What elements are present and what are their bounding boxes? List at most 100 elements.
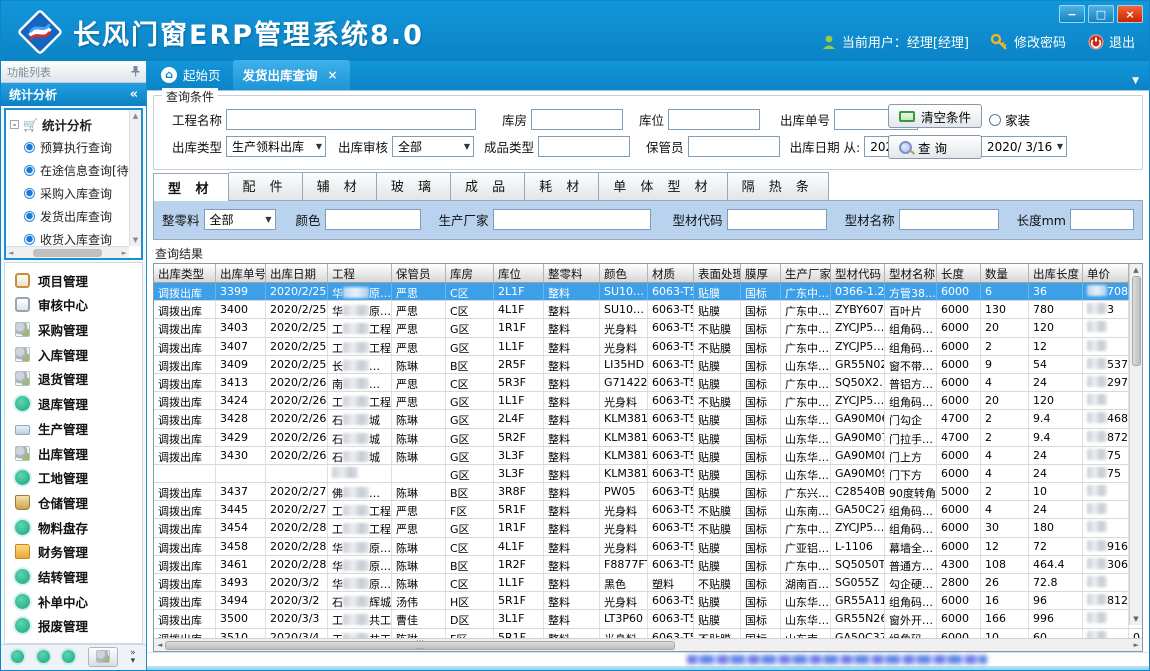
table-row-4[interactable]: 调拨出库34092020/2/25长…陈琳B区2R5F整料LI35HD6063-… <box>154 356 1142 374</box>
table-row-10[interactable]: G区3L3F整料KLM38176063-T5贴膜国标山东华…GA90M09…门下… <box>154 465 1142 483</box>
clear-conditions-button[interactable]: 清空条件 <box>888 104 982 128</box>
out-audit-select[interactable]: 全部▼ <box>392 136 474 157</box>
material-tab-型材[interactable]: 型 材 <box>153 173 229 201</box>
sidebar-item-补单中心[interactable]: 补单中心 <box>15 592 142 611</box>
tab-home[interactable]: ⌂ 起始页 <box>151 60 233 90</box>
table-row-15[interactable]: 调拨出库34612020/2/28华原…陈琳B区1R2F整料F8877FT606… <box>154 556 1142 574</box>
column-header-型材名称[interactable]: 型材名称 <box>885 264 937 282</box>
logout-button[interactable]: 退出 <box>1088 32 1135 51</box>
material-tab-辅材[interactable]: 辅 材 <box>303 172 377 200</box>
vertical-scroll-thumb[interactable] <box>1132 276 1141 366</box>
sidebar-item-退货管理[interactable]: 退货管理 <box>15 369 142 388</box>
table-row-14[interactable]: 调拨出库34582020/2/28华原…陈琳C区4L1F整料光身料6063-T5… <box>154 538 1142 556</box>
table-row-19[interactable]: 调拨出库35102020/3/4工共工程陈琳F区5R1F整料光身料6063-T5… <box>154 629 1142 638</box>
material-tab-配件[interactable]: 配 件 <box>229 172 303 200</box>
tree-item-3[interactable]: 发货出库查询 <box>10 205 141 228</box>
section-header[interactable]: 统计分析 « <box>1 83 146 106</box>
horizontal-scroll-thumb[interactable] <box>165 641 675 650</box>
tree-root-stats[interactable]: - 🛒 统计分析 <box>10 113 141 136</box>
tree-expander-icon[interactable]: - <box>10 120 19 129</box>
change-password-button[interactable]: 修改密码 <box>991 32 1066 51</box>
sidebar-item-生产管理[interactable]: 生产管理 <box>15 419 142 438</box>
project-name-input[interactable] <box>226 109 476 130</box>
close-button[interactable]: × <box>1117 5 1143 23</box>
column-header-单价[interactable]: 单价 <box>1083 264 1129 282</box>
tree-horizontal-scrollbar[interactable]: ◄► <box>6 246 129 258</box>
column-header-出库长度[interactable]: 出库长度 <box>1029 264 1083 282</box>
sidebar-item-出库管理[interactable]: 出库管理 <box>15 444 142 463</box>
length-input[interactable] <box>1070 209 1134 230</box>
sidebar-item-物料盘存[interactable]: 物料盘存 <box>15 518 142 537</box>
column-header-颜色[interactable]: 颜色 <box>600 264 648 282</box>
material-tab-成品[interactable]: 成 品 <box>451 172 525 200</box>
footer-dot-icon[interactable] <box>37 650 50 663</box>
column-header-型材代码[interactable]: 型材代码 <box>831 264 885 282</box>
sidebar-item-入库管理[interactable]: 入库管理 <box>15 345 142 364</box>
sidebar-item-退库管理[interactable]: 退库管理 <box>15 394 142 413</box>
table-row-1[interactable]: 调拨出库34002020/2/25华原…严思C区4L1F整料SU10…6063-… <box>154 301 1142 319</box>
collapse-icon[interactable]: « <box>130 87 138 102</box>
footer-cart-button[interactable] <box>88 647 118 667</box>
sidebar-item-结转管理[interactable]: 结转管理 <box>15 567 142 586</box>
column-header-出库日期[interactable]: 出库日期 <box>266 264 328 282</box>
tab-overflow-icon[interactable]: ▼ <box>1132 76 1139 86</box>
product-type-input[interactable] <box>538 136 630 157</box>
tree-item-2[interactable]: 采购入库查询 <box>10 182 141 205</box>
column-header-出库类型[interactable]: 出库类型 <box>154 264 216 282</box>
pin-icon[interactable] <box>131 66 140 77</box>
sidebar-item-审核中心[interactable]: 审核中心 <box>15 295 142 314</box>
column-header-出库单号[interactable]: 出库单号 <box>216 264 266 282</box>
column-header-表面处理[interactable]: 表面处理 <box>694 264 741 282</box>
table-row-18[interactable]: 调拨出库35002020/3/3工共工程曹佳D区3L1F整料LT3P606063… <box>154 610 1142 628</box>
maximize-button[interactable]: □ <box>1088 5 1114 23</box>
whole-part-select[interactable]: 全部▼ <box>204 209 276 230</box>
search-button[interactable]: 查 询 <box>888 135 982 159</box>
footer-more-button[interactable]: »▾ <box>130 649 136 665</box>
footer-dot-icon[interactable] <box>11 650 24 663</box>
sidebar-item-工地管理[interactable]: 工地管理 <box>15 468 142 487</box>
table-row-11[interactable]: 调拨出库34372020/2/27佛…陈琳B区3R8F整料PW056063-T5… <box>154 483 1142 501</box>
footer-dot-icon[interactable] <box>62 650 75 663</box>
sidebar-item-项目管理[interactable]: 项目管理 <box>15 271 142 290</box>
column-header-数量[interactable]: 数量 <box>981 264 1029 282</box>
table-vertical-scrollbar[interactable]: ▲▼ <box>1129 264 1142 625</box>
tab-shipment-out-query[interactable]: 发货出库查询 × <box>233 60 350 90</box>
out-type-select[interactable]: 生产领料出库▼ <box>226 136 326 157</box>
column-header-工程[interactable]: 工程 <box>328 264 392 282</box>
profile-name-input[interactable] <box>899 209 999 230</box>
table-row-17[interactable]: 调拨出库34942020/3/2石辉城汤伟H区5R1F整料光身料6063-T5贴… <box>154 592 1142 610</box>
material-tab-单体型材[interactable]: 单 体 型 材 <box>599 172 727 200</box>
material-tab-隔热条[interactable]: 隔 热 条 <box>728 172 829 200</box>
color-input[interactable] <box>325 209 421 230</box>
table-row-5[interactable]: 调拨出库34132020/2/26南…严思C区5R3F整料G714226063-… <box>154 374 1142 392</box>
column-header-保管员[interactable]: 保管员 <box>392 264 446 282</box>
column-header-库房[interactable]: 库房 <box>446 264 494 282</box>
material-tab-玻璃[interactable]: 玻 璃 <box>377 172 451 200</box>
tab-close-icon[interactable]: × <box>328 68 338 82</box>
location-input[interactable] <box>668 109 760 130</box>
jiazhuang-radio[interactable] <box>989 114 1001 126</box>
warehouse-input[interactable] <box>531 109 623 130</box>
manufacturer-input[interactable] <box>493 209 651 230</box>
sidebar-item-采购管理[interactable]: 采购管理 <box>15 320 142 339</box>
table-row-16[interactable]: 调拨出库34932020/3/2华原…陈琳C区1L1F整料黑色塑料不贴膜国标湖南… <box>154 574 1142 592</box>
table-row-2[interactable]: 调拨出库34032020/2/25工工程严思G区1R1F整料光身料6063-T5… <box>154 319 1142 337</box>
tree-item-1[interactable]: 在途信息查询[待 <box>10 159 141 182</box>
sidebar-item-财务管理[interactable]: 财务管理 <box>15 542 142 561</box>
minimize-button[interactable]: − <box>1059 5 1085 23</box>
column-header-库位[interactable]: 库位 <box>494 264 544 282</box>
table-row-9[interactable]: 调拨出库34302020/2/26石城陈琳G区3L3F整料KLM38176063… <box>154 447 1142 465</box>
table-row-0[interactable]: 调拨出库33992020/2/25华原…严思C区2L1F整料SU10…6063-… <box>154 283 1142 301</box>
column-header-膜厚[interactable]: 膜厚 <box>741 264 781 282</box>
date-to-select[interactable]: 2020/ 3/16▼ <box>981 136 1067 157</box>
table-row-6[interactable]: 调拨出库34242020/2/26工工程严思G区1L1F整料光身料6063-T5… <box>154 392 1142 410</box>
table-row-8[interactable]: 调拨出库34292020/2/26石城陈琳G区5R2F整料KLM38176063… <box>154 429 1142 447</box>
table-row-13[interactable]: 调拨出库34542020/2/28工工程严思G区1R1F整料光身料6063-T5… <box>154 519 1142 537</box>
column-header-整零料[interactable]: 整零料 <box>544 264 600 282</box>
sidebar-item-报废管理[interactable]: 报废管理 <box>15 616 142 635</box>
column-header-长度[interactable]: 长度 <box>937 264 981 282</box>
column-header-生产厂家[interactable]: 生产厂家 <box>781 264 831 282</box>
table-row-12[interactable]: 调拨出库34452020/2/27工工程严思F区5R1F整料光身料6063-T5… <box>154 501 1142 519</box>
column-header-材质[interactable]: 材质 <box>648 264 694 282</box>
keeper-input[interactable] <box>688 136 780 157</box>
